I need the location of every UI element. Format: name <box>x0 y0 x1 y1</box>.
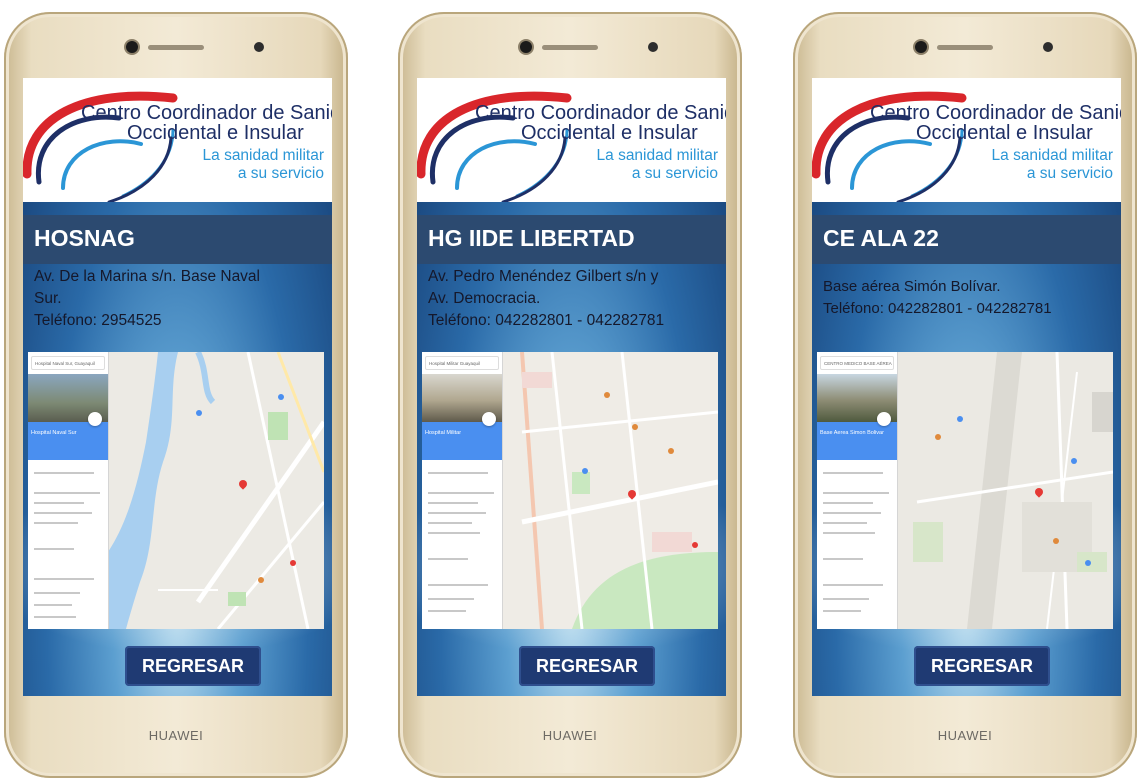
directions-icon[interactable] <box>482 412 496 426</box>
front-camera <box>126 41 138 53</box>
place-info-panel: Hospital Naval Sur, Guayaquil Hospital N… <box>28 352 109 629</box>
map-marker-icon[interactable] <box>1071 458 1077 464</box>
earpiece-speaker <box>148 45 204 50</box>
phone-brand-label: HUAWEI <box>148 728 204 743</box>
address-line: Sur. <box>34 290 62 307</box>
map-marker-icon[interactable] <box>1085 560 1091 566</box>
phone-brand-label: HUAWEI <box>542 728 598 743</box>
regresar-button[interactable]: REGRESAR <box>125 646 261 686</box>
logo-tagline-2: a su servicio <box>631 165 718 182</box>
logo-line-2: Occidental e Insular <box>127 122 304 144</box>
map-marker-icon[interactable] <box>668 448 674 454</box>
place-info-panel: CENTRO MEDICO BASE AÉREA Base Aerea Simo… <box>817 352 898 629</box>
front-camera <box>915 41 927 53</box>
map-search-box[interactable]: Hospital Naval Sur, Guayaquil <box>31 356 105 370</box>
app-screen: Centro Coordinador de Sanidad Occidental… <box>812 78 1121 696</box>
facility-title: CE ALA 22 <box>823 225 939 251</box>
place-name: Base Aerea Simon Bolivar <box>820 430 884 436</box>
facility-address: Base aérea Simón Bolívar. Teléfono: 0422… <box>823 276 1118 320</box>
map-marker-icon[interactable] <box>278 394 284 400</box>
place-info-panel: Hospital Militar Guayaquil Hospital Mili… <box>422 352 503 629</box>
logo-line-2: Occidental e Insular <box>521 122 698 144</box>
proximity-sensor <box>648 42 658 52</box>
logo-tagline-2: a su servicio <box>1026 165 1113 182</box>
phone-line: Teléfono: 042282801 - 042282781 <box>428 312 665 329</box>
directions-icon[interactable] <box>88 412 102 426</box>
regresar-button[interactable]: REGRESAR <box>519 646 655 686</box>
logo-tagline-1: La sanidad militar <box>202 147 324 164</box>
proximity-sensor <box>1043 42 1053 52</box>
logo-line-2: Occidental e Insular <box>916 122 1093 144</box>
address-line: Av. De la Marina s/n. Base Naval <box>34 268 260 285</box>
phone-mockup-3: Centro Coordinador de Sanidad Occidental… <box>793 12 1137 778</box>
location-map[interactable]: Hospital Naval Sur, Guayaquil Hospital N… <box>28 352 324 629</box>
logo-tagline-2: a su servicio <box>237 165 324 182</box>
map-marker-icon[interactable] <box>290 560 296 566</box>
address-line: Av. Pedro Menéndez Gilbert s/n y <box>428 268 659 285</box>
map-marker-icon[interactable] <box>258 577 264 583</box>
earpiece-speaker <box>937 45 993 50</box>
sanidad-logo: Centro Coordinador de Sanidad Occidental… <box>812 78 1121 202</box>
facility-address: Av. De la Marina s/n. Base Naval Sur. Te… <box>34 266 329 332</box>
map-marker-icon[interactable] <box>692 542 698 548</box>
facility-title-bar: HG IIDE LIBERTAD <box>417 215 726 264</box>
location-map[interactable]: Hospital Militar Guayaquil Hospital Mili… <box>422 352 718 629</box>
map-marker-icon[interactable] <box>957 416 963 422</box>
facility-title: HOSNAG <box>34 225 135 251</box>
map-marker-icon[interactable] <box>1053 538 1059 544</box>
facility-title-bar: CE ALA 22 <box>812 215 1121 264</box>
map-search-box[interactable]: CENTRO MEDICO BASE AÉREA <box>820 356 894 370</box>
facility-title-bar: HOSNAG <box>23 215 332 264</box>
map-marker-icon[interactable] <box>935 434 941 440</box>
location-map[interactable]: CENTRO MEDICO BASE AÉREA Base Aerea Simo… <box>817 352 1113 629</box>
proximity-sensor <box>254 42 264 52</box>
address-line: Av. Democracia. <box>428 290 541 307</box>
facility-address: Av. Pedro Menéndez Gilbert s/n y Av. Dem… <box>428 266 723 332</box>
app-screen: Centro Coordinador de Sanidad Occidental… <box>417 78 726 696</box>
map-marker-icon[interactable] <box>196 410 202 416</box>
phone-line: Teléfono: 2954525 <box>34 312 162 329</box>
front-camera <box>520 41 532 53</box>
app-screen: Centro Coordinador de Sanidad Occidental… <box>23 78 332 696</box>
logo-tagline-1: La sanidad militar <box>596 147 718 164</box>
address-line: Base aérea Simón Bolívar. <box>823 278 1001 295</box>
directions-icon[interactable] <box>877 412 891 426</box>
phone-mockup-2: Centro Coordinador de Sanidad Occidental… <box>398 12 742 778</box>
facility-title: HG IIDE LIBERTAD <box>428 225 635 251</box>
place-name: Hospital Militar <box>425 430 462 436</box>
phone-mockup-1: Centro Coordinador de Sanidad Occidental… <box>4 12 348 778</box>
sanidad-logo: Centro Coordinador de Sanidad Occidental… <box>23 78 332 202</box>
map-marker-icon[interactable] <box>632 424 638 430</box>
sanidad-logo: Centro Coordinador de Sanidad Occidental… <box>417 78 726 202</box>
earpiece-speaker <box>542 45 598 50</box>
map-search-box[interactable]: Hospital Militar Guayaquil <box>425 356 499 370</box>
map-marker-icon[interactable] <box>582 468 588 474</box>
logo-tagline-1: La sanidad militar <box>991 147 1113 164</box>
map-marker-icon[interactable] <box>604 392 610 398</box>
place-name: Hospital Naval Sur <box>31 430 77 436</box>
phone-brand-label: HUAWEI <box>937 728 993 743</box>
phone-line: Teléfono: 042282801 - 042282781 <box>823 300 1052 317</box>
regresar-button[interactable]: REGRESAR <box>914 646 1050 686</box>
